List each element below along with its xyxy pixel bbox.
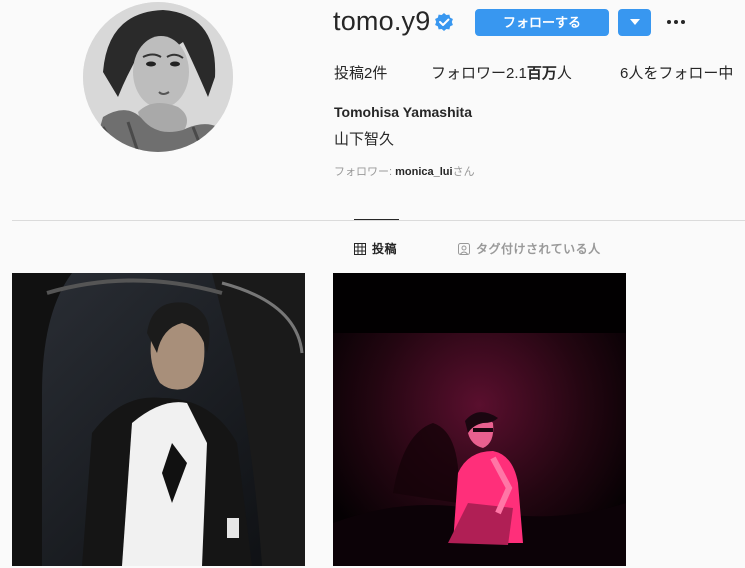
posts-label: 投稿 [334, 65, 365, 82]
post-thumbnail[interactable] [12, 273, 305, 566]
verified-badge-icon [434, 12, 454, 32]
active-tab-indicator [354, 219, 399, 220]
grid-icon [354, 242, 366, 255]
following-count[interactable]: 6人をフォロー中 [620, 62, 733, 83]
post-thumbnail[interactable] [333, 273, 626, 566]
followed-by-suffix: さん [452, 166, 475, 178]
tab-posts[interactable]: 投稿 [354, 240, 397, 257]
followed-by[interactable]: フォロワー: monica_luiさん [334, 163, 475, 179]
posts-count: 投稿2件 [334, 62, 387, 83]
posts-suffix: 件 [372, 65, 388, 82]
username: tomo.y9 [333, 6, 431, 36]
avatar[interactable] [83, 2, 233, 152]
profile-page: tomo.y9 フォローする 投稿2件 フォロワー2.1百万人 6人をフォロー中… [0, 0, 745, 568]
bio: 山下智久 [334, 131, 395, 148]
following-label: 人をフォロー中 [628, 65, 734, 82]
followers-suffix: 人 [556, 65, 572, 82]
followed-by-name[interactable]: monica_lui [395, 166, 452, 178]
follow-button[interactable]: フォローする [475, 9, 609, 36]
full-name: Tomohisa Yamashita [334, 104, 472, 120]
followed-by-prefix: フォロワー: [334, 166, 396, 178]
more-options-button[interactable] [664, 12, 688, 32]
tab-posts-label: 投稿 [372, 242, 398, 256]
suggestions-dropdown-button[interactable] [618, 9, 651, 36]
followers-count[interactable]: フォロワー2.1百万人 [431, 62, 572, 83]
more-options-icon [667, 20, 685, 24]
followers-number: 2.1 [506, 65, 527, 82]
tagged-person-icon [458, 242, 470, 255]
followers-unit: 百万 [526, 65, 557, 82]
divider [12, 220, 745, 221]
chevron-down-icon [629, 19, 640, 25]
tab-tagged[interactable]: タグ付けされている人 [458, 240, 601, 257]
tab-tagged-label: タグ付けされている人 [476, 242, 601, 256]
followers-label: フォロワー [431, 65, 507, 82]
